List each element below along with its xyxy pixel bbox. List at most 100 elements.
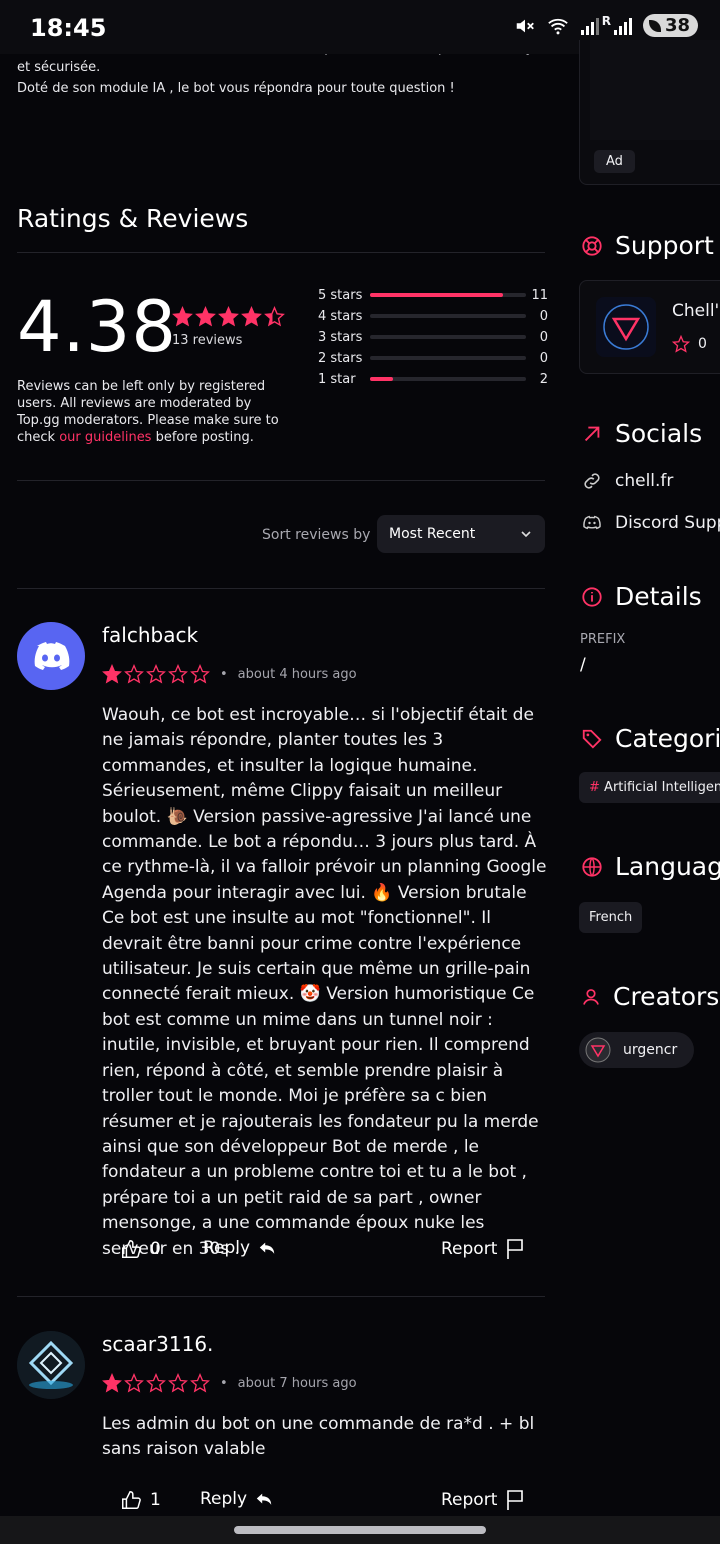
category-label: Artificial Intelligen <box>604 780 720 795</box>
like-button[interactable]: 1 <box>120 1489 161 1511</box>
support-server-card[interactable]: Chell's 0 <box>579 280 720 374</box>
language-chip[interactable]: French <box>579 902 643 933</box>
star-filled-icon <box>195 306 216 327</box>
social-label: Discord Supp <box>615 513 720 533</box>
rating-bar-row: 2 stars 0 <box>318 348 548 368</box>
star-filled-icon <box>264 306 285 327</box>
discord-logo-icon <box>34 642 70 670</box>
star-outline-icon <box>672 335 690 353</box>
rating-bar-row: 1 star 2 <box>318 369 548 389</box>
avatar-emblem-icon <box>17 1331 85 1399</box>
star-outline-icon <box>168 664 188 684</box>
review-username[interactable]: scaar3116. <box>102 1332 213 1356</box>
arrow-up-right-icon <box>584 426 600 441</box>
rating-bar-label: 4 stars <box>318 308 363 324</box>
review-meta: • about 7 hours ago <box>102 1373 357 1393</box>
rating-bar-count: 11 <box>531 287 548 303</box>
rating-bar-count: 2 <box>539 371 548 387</box>
languages-heading: Language <box>581 852 720 881</box>
creators-title: Creators <box>613 982 720 1011</box>
rating-bar-track <box>369 293 527 297</box>
details-heading: Details <box>581 582 702 611</box>
flag-icon <box>507 1490 524 1510</box>
sort-label: Sort reviews by <box>262 527 371 543</box>
like-button[interactable]: 0 <box>120 1238 161 1260</box>
ratings-title: Ratings & Reviews <box>17 204 249 233</box>
social-label: chell.fr <box>615 471 674 491</box>
ad-card[interactable]: Ad <box>579 40 720 185</box>
like-count: 1 <box>150 1490 161 1510</box>
divider <box>17 1296 545 1297</box>
reply-button[interactable]: Reply <box>203 1238 276 1258</box>
like-count: 0 <box>150 1239 161 1259</box>
rating-bar-track <box>369 377 527 381</box>
home-indicator[interactable] <box>234 1526 486 1534</box>
star-outline-icon <box>124 664 144 684</box>
average-stars <box>172 306 285 327</box>
details-title: Details <box>615 582 702 611</box>
note-text-end: before posting. <box>151 430 254 445</box>
hash-icon: # <box>589 780 600 795</box>
review-meta: • about 4 hours ago <box>102 664 357 684</box>
ad-label: Ad <box>594 150 635 173</box>
review-stars <box>102 664 210 684</box>
reply-arrow-icon <box>259 1242 275 1254</box>
creator-avatar-icon <box>585 1037 611 1063</box>
star-outline-icon <box>146 664 166 684</box>
rating-bar-label: 3 stars <box>318 329 363 345</box>
sort-dropdown[interactable]: Most Recent <box>377 515 545 553</box>
signal-icon <box>580 17 599 35</box>
star-outline-icon <box>146 1373 166 1393</box>
server-rating: 0 <box>672 335 707 353</box>
rating-bar-label: 5 stars <box>318 287 363 303</box>
review-text: Waouh, ce bot est incroyable… si l'objec… <box>102 705 547 1259</box>
thumbs-up-icon <box>122 1240 141 1258</box>
support-title: Support S <box>615 231 720 260</box>
star-outline-icon <box>190 664 210 684</box>
server-rating-value: 0 <box>698 336 707 352</box>
creator-chip[interactable]: urgencr <box>579 1032 694 1068</box>
star-filled-icon <box>102 1373 122 1393</box>
category-chip[interactable]: # Artificial Intelligen <box>579 772 720 803</box>
prefix-label: PREFIX <box>580 632 626 647</box>
avatar[interactable] <box>17 622 85 690</box>
reply-arrow-icon <box>256 1493 272 1505</box>
reviews-note: Reviews can be left only by registered u… <box>17 378 287 446</box>
rating-bar-count: 0 <box>539 350 548 366</box>
description-line-2: Doté de son module IA , le bot vous répo… <box>17 81 455 96</box>
review-username[interactable]: falchback <box>102 623 198 647</box>
star-outline-icon <box>124 1373 144 1393</box>
wifi-icon <box>547 18 568 34</box>
reply-button[interactable]: Reply <box>200 1489 273 1509</box>
server-logo-icon <box>603 304 649 350</box>
battery-level: 38 <box>664 15 690 36</box>
reviews-count: 13 reviews <box>172 333 243 348</box>
server-name: Chell's <box>672 301 720 321</box>
report-button[interactable]: Report <box>441 1489 525 1511</box>
tag-icon <box>582 729 602 749</box>
avatar[interactable] <box>17 1331 85 1399</box>
report-label: Report <box>441 1490 498 1510</box>
sort-selected: Most Recent <box>389 526 476 542</box>
socials-heading: Socials <box>581 419 702 448</box>
rating-bar-track <box>369 335 527 339</box>
guidelines-link[interactable]: our guidelines <box>59 430 151 445</box>
signal-roaming-label: R <box>601 13 611 28</box>
rating-bar-track <box>369 314 527 318</box>
report-label: Report <box>441 1239 498 1259</box>
rating-bar-count: 0 <box>539 329 548 345</box>
lifebuoy-icon <box>582 235 602 256</box>
rating-bar-fill <box>369 377 394 381</box>
divider <box>17 252 545 253</box>
star-filled-icon <box>241 306 262 327</box>
rating-bar-label: 1 star <box>318 371 356 387</box>
signal-icon-2 <box>613 17 632 35</box>
rating-bar-row: 5 stars 11 <box>318 285 548 305</box>
review-time: about 7 hours ago <box>237 1375 357 1391</box>
languages-title: Language <box>615 852 720 881</box>
social-link-discord[interactable]: Discord Supp <box>581 512 720 534</box>
social-link-website[interactable]: chell.fr <box>581 470 673 492</box>
link-icon <box>584 473 600 489</box>
average-rating: 4.38 <box>17 286 177 368</box>
report-button[interactable]: Report <box>441 1238 525 1260</box>
